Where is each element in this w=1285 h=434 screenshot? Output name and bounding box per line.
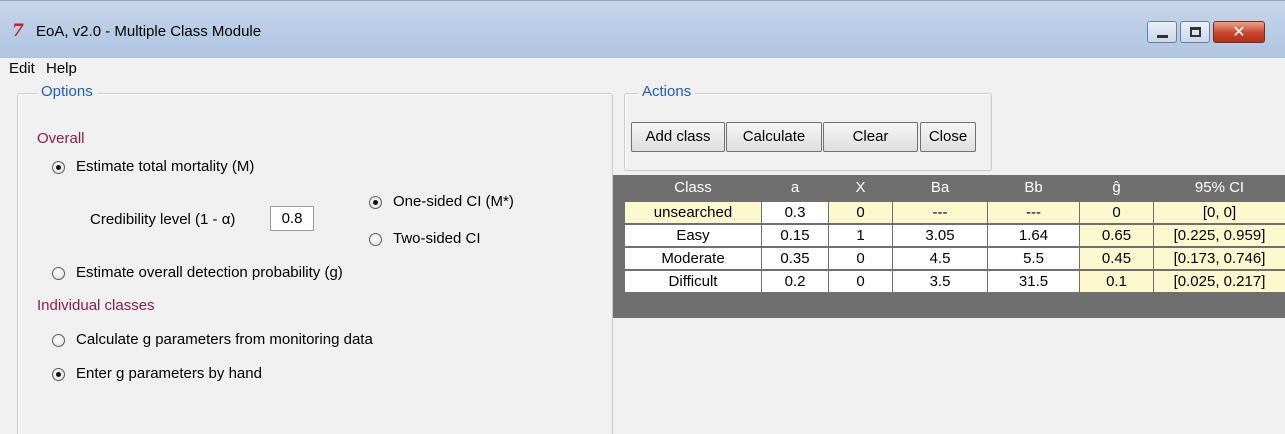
- table-cell-x[interactable]: 1: [829, 225, 892, 246]
- close-button[interactable]: Close: [920, 122, 976, 152]
- table-cell-a[interactable]: 0.35: [762, 248, 828, 269]
- header-g-hat: ĝ: [1112, 179, 1121, 196]
- radio-two-sided[interactable]: Two-sided CI: [369, 229, 569, 249]
- maximize-button[interactable]: [1180, 21, 1210, 43]
- table-cell-ba[interactable]: 3.05: [893, 225, 987, 246]
- radio-selected-icon[interactable]: [52, 161, 65, 174]
- radio-one-sided-label: One-sided CI (M*): [393, 193, 514, 210]
- tk-feather-icon: 7: [12, 21, 24, 41]
- table-cell-class[interactable]: Moderate: [625, 248, 761, 269]
- table-cell-bb[interactable]: 31.5: [988, 271, 1079, 292]
- table-cell-a[interactable]: 0.15: [762, 225, 828, 246]
- individual-classes-heading: Individual classes: [37, 297, 155, 314]
- table-cell-ba: ---: [893, 202, 987, 223]
- title-bar[interactable]: 7 EoA, v2.0 - Multiple Class Module ✕: [0, 0, 1285, 58]
- table-cell-ci: [0.173, 0.746]: [1154, 248, 1285, 269]
- close-window-button[interactable]: ✕: [1213, 21, 1265, 43]
- window-title: EoA, v2.0 - Multiple Class Module: [36, 23, 262, 40]
- table-cell-x: 0: [829, 202, 892, 223]
- table-cell-g-hat: 0.65: [1080, 225, 1153, 246]
- minimize-button[interactable]: [1147, 21, 1177, 43]
- menu-edit[interactable]: Edit: [9, 58, 35, 80]
- radio-enter-g-label: Enter g parameters by hand: [76, 365, 262, 382]
- table-cell-class[interactable]: Easy: [625, 225, 761, 246]
- table-cell-class[interactable]: Difficult: [625, 271, 761, 292]
- table-cell-x[interactable]: 0: [829, 271, 892, 292]
- add-class-button[interactable]: Add class: [631, 122, 725, 152]
- radio-two-sided-label: Two-sided CI: [393, 230, 481, 247]
- table-cell-a[interactable]: 0.2: [762, 271, 828, 292]
- table-cell-bb: ---: [988, 202, 1079, 223]
- actions-legend: Actions: [638, 83, 696, 101]
- radio-estimate-g-label: Estimate overall detection probability (…: [76, 264, 343, 281]
- calculate-button[interactable]: Calculate: [726, 122, 822, 152]
- table-cell-ci: [0, 0]: [1154, 202, 1285, 223]
- table-cell-ci: [0.025, 0.217]: [1154, 271, 1285, 292]
- radio-unselected-icon[interactable]: [52, 334, 65, 347]
- overall-heading: Overall: [37, 130, 85, 147]
- options-legend: Options: [37, 83, 97, 101]
- radio-estimate-total[interactable]: Estimate total mortality (M): [52, 157, 332, 177]
- close-icon: ✕: [1232, 22, 1246, 41]
- class-table: Class a X Ba Bb ĝ 95% CI unsearched 0.3 …: [613, 175, 1285, 318]
- radio-unselected-icon[interactable]: [369, 233, 382, 246]
- table-cell-ba[interactable]: 4.5: [893, 248, 987, 269]
- header-x: X: [855, 179, 866, 196]
- credibility-input[interactable]: 0.8: [270, 206, 314, 231]
- table-cell-x[interactable]: 0: [829, 248, 892, 269]
- header-ba: Ba: [930, 179, 950, 196]
- table-cell-g-hat: 0: [1080, 202, 1153, 223]
- table-cell-ci: [0.225, 0.959]: [1154, 225, 1285, 246]
- radio-estimate-total-label: Estimate total mortality (M): [76, 158, 255, 175]
- radio-selected-icon[interactable]: [52, 368, 65, 381]
- menu-help[interactable]: Help: [46, 58, 77, 80]
- radio-estimate-g[interactable]: Estimate overall detection probability (…: [52, 263, 432, 283]
- header-a: a: [790, 179, 800, 196]
- radio-unselected-icon[interactable]: [52, 267, 65, 280]
- radio-calc-g[interactable]: Calculate g parameters from monitoring d…: [52, 330, 472, 350]
- radio-selected-icon[interactable]: [369, 196, 382, 209]
- credibility-label: Credibility level (1 - α): [90, 211, 236, 228]
- clear-button[interactable]: Clear: [823, 122, 918, 152]
- radio-one-sided[interactable]: One-sided CI (M*): [369, 192, 569, 212]
- table-cell-class: unsearched: [625, 202, 761, 223]
- menu-bar: Edit Help: [0, 58, 1285, 80]
- table-cell-bb[interactable]: 5.5: [988, 248, 1079, 269]
- table-cell-g-hat: 0.1: [1080, 271, 1153, 292]
- header-bb: Bb: [1024, 179, 1043, 196]
- table-cell-ba[interactable]: 3.5: [893, 271, 987, 292]
- header-class: Class: [674, 179, 712, 196]
- table-cell-a[interactable]: 0.3: [762, 202, 828, 223]
- header-95ci: 95% CI: [1194, 179, 1245, 196]
- table-cell-g-hat: 0.45: [1080, 248, 1153, 269]
- minimize-icon: [1157, 35, 1168, 38]
- radio-calc-g-label: Calculate g parameters from monitoring d…: [76, 331, 373, 348]
- maximize-icon: [1190, 27, 1201, 37]
- table-cell-bb[interactable]: 1.64: [988, 225, 1079, 246]
- radio-enter-g[interactable]: Enter g parameters by hand: [52, 364, 372, 384]
